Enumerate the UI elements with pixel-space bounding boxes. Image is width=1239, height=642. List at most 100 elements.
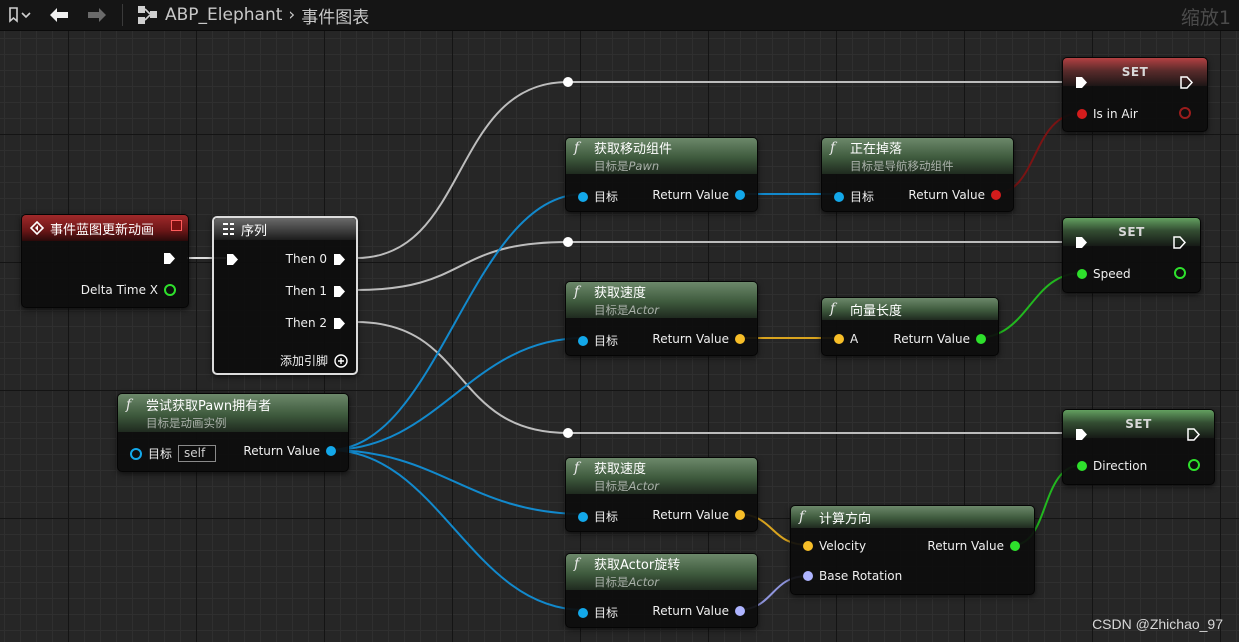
exec-out-pin[interactable] (163, 252, 176, 265)
set-is-in-air-node[interactable]: SET Is in Air (1062, 57, 1208, 132)
arrow-left-icon (50, 8, 68, 22)
then-2-pin[interactable]: Then 2 (286, 316, 346, 330)
object-wire (328, 449, 585, 515)
vector-length-node[interactable]: f 向量长度 A Return Value (821, 297, 999, 356)
toolbar-divider (122, 4, 123, 26)
breadcrumb-blueprint[interactable]: ABP_Elephant (161, 5, 286, 25)
node-header: f 向量长度 (822, 298, 998, 320)
sequence-node[interactable]: 序列 Then 0 Then 1 Then 2 添加引脚 (212, 216, 358, 375)
pin-label: Return Value (927, 539, 1004, 553)
function-icon: f (574, 459, 580, 476)
node-subtitle: 目标是Actor (594, 575, 659, 589)
node-header: f 获取移动组件 目标是Pawn (566, 138, 757, 174)
node-header: f 获取速度 目标是Actor (566, 282, 757, 318)
float-pin-icon (1077, 269, 1087, 279)
target-pin[interactable]: 目标 self (130, 445, 217, 462)
function-icon: f (574, 555, 580, 572)
get-movement-component-node[interactable]: f 获取移动组件 目标是Pawn 目标 Return Value (565, 137, 758, 212)
reroute-knot (563, 237, 573, 247)
pin-label: Return Value (893, 332, 970, 346)
exec-arrow-outline-icon (1187, 428, 1200, 441)
reroute-knot (563, 428, 573, 438)
speed-out-pin[interactable] (1174, 267, 1186, 279)
function-icon: f (830, 139, 836, 156)
get-actor-rotation-node[interactable]: f 获取Actor旋转 目标是Actor 目标 Return Value (565, 553, 758, 628)
node-title: 正在掉落 (850, 142, 903, 157)
node-title: 获取速度 (594, 462, 647, 477)
add-pin-button[interactable]: 添加引脚 (280, 352, 348, 369)
set-direction-node[interactable]: SET Direction (1062, 409, 1215, 485)
target-pin[interactable]: 目标 (578, 508, 618, 525)
bookmark-button[interactable] (0, 0, 40, 30)
then-0-pin[interactable]: Then 0 (286, 252, 346, 266)
node-title: 事件蓝图更新动画 (50, 222, 155, 238)
breadcrumb-graph[interactable]: 事件图表 (297, 3, 373, 28)
function-icon: f (799, 509, 805, 525)
exec-out-pin[interactable] (1187, 428, 1200, 441)
return-value-pin[interactable]: Return Value (652, 508, 745, 522)
velocity-pin[interactable]: Velocity (803, 539, 866, 553)
bool-pin-icon (1179, 107, 1191, 119)
direction-pin[interactable]: Direction (1077, 459, 1147, 473)
rotator-pin-icon (735, 606, 745, 616)
direction-out-pin[interactable] (1188, 459, 1200, 471)
exec-in-pin[interactable] (1075, 76, 1088, 89)
return-value-pin[interactable]: Return Value (652, 332, 745, 346)
is-falling-node[interactable]: f 正在掉落 目标是导航移动组件 目标 Return Value (821, 137, 1014, 212)
exec-arrow-icon (1076, 429, 1087, 440)
try-get-pawn-owner-node[interactable]: f 尝试获取Pawn拥有者 目标是动画实例 目标 self Return Val… (117, 393, 349, 472)
exec-out-pin[interactable] (1180, 76, 1193, 89)
pin-label: A (850, 332, 859, 346)
delta-time-pin[interactable]: Delta Time X (81, 283, 176, 297)
speed-pin[interactable]: Speed (1077, 267, 1131, 281)
forward-button[interactable] (78, 0, 116, 30)
object-wire (328, 193, 585, 451)
node-subtitle: 目标是Pawn (594, 159, 660, 173)
event-update-animation-node[interactable]: 事件蓝图更新动画 Delta Time X (21, 214, 189, 308)
is-in-air-pin[interactable]: Is in Air (1077, 107, 1138, 121)
exec-in-pin[interactable] (226, 253, 239, 266)
base-rotation-pin[interactable]: Base Rotation (803, 569, 902, 583)
node-title: 序列 (241, 223, 268, 239)
exec-in-pin[interactable] (1075, 428, 1088, 441)
exec-out-pin[interactable] (1173, 236, 1186, 249)
pin-label: Direction (1093, 459, 1148, 473)
is-in-air-out-pin[interactable] (1179, 107, 1191, 119)
return-value-pin[interactable]: Return Value (652, 188, 745, 202)
exec-arrow-icon (334, 253, 345, 265)
return-value-pin[interactable]: Return Value (243, 444, 336, 458)
target-pin[interactable]: 目标 (578, 332, 618, 349)
node-subtitle: 目标是导航移动组件 (850, 159, 954, 173)
self-input[interactable]: self (178, 445, 217, 462)
bool-pin-icon (1077, 109, 1087, 119)
object-pin-icon (578, 607, 588, 618)
target-pin[interactable]: 目标 (578, 604, 618, 621)
get-velocity-node[interactable]: f 获取速度 目标是Actor 目标 Return Value (565, 281, 758, 356)
return-value-pin[interactable]: Return Value (652, 604, 745, 618)
calculate-direction-node[interactable]: f 计算方向 Velocity Base Rotation Return Val… (790, 505, 1035, 595)
pin-label: 目标 (148, 447, 173, 461)
target-pin[interactable]: 目标 (834, 188, 874, 205)
return-value-pin[interactable]: Return Value (908, 188, 1001, 202)
function-icon: f (830, 301, 836, 317)
node-title: SET (1125, 417, 1152, 431)
then-1-pin[interactable]: Then 1 (286, 284, 346, 298)
node-title: SET (1121, 65, 1149, 79)
set-speed-node[interactable]: SET Speed (1062, 217, 1201, 293)
exec-in-pin[interactable] (1075, 236, 1088, 249)
bookmark-icon (9, 7, 31, 23)
object-pin-icon (578, 335, 588, 346)
target-pin[interactable]: 目标 (578, 188, 618, 205)
pin-label: 目标 (850, 190, 875, 204)
pin-label: Is in Air (1093, 107, 1138, 121)
back-button[interactable] (40, 0, 78, 30)
node-title: SET (1118, 225, 1145, 239)
a-pin[interactable]: A (834, 332, 858, 346)
get-velocity-node[interactable]: f 获取速度 目标是Actor 目标 Return Value (565, 457, 758, 532)
return-value-pin[interactable]: Return Value (893, 332, 986, 346)
pin-label: Then 0 (285, 252, 327, 266)
return-value-pin[interactable]: Return Value (927, 539, 1020, 553)
exec-arrow-icon (1076, 77, 1087, 88)
node-title: 尝试获取Pawn拥有者 (146, 399, 272, 414)
delegate-pin-icon[interactable] (171, 220, 182, 231)
